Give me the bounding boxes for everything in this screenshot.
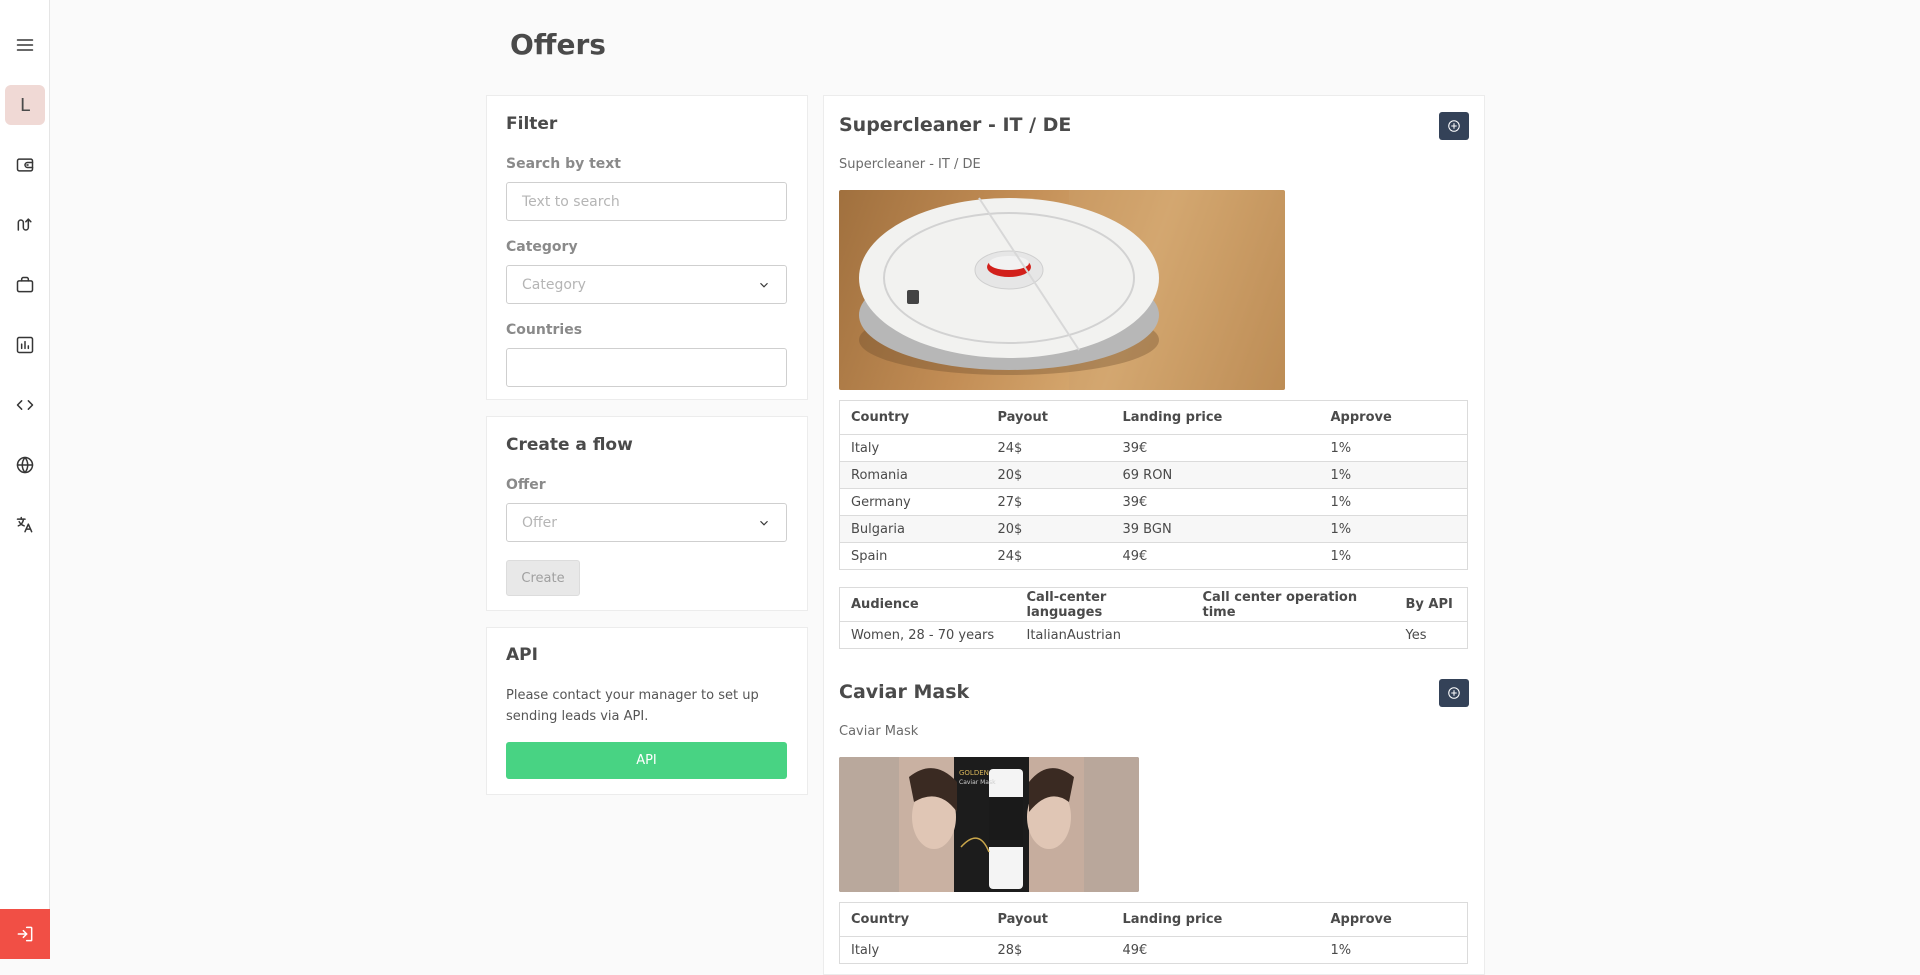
- offer-info-table: Audience Call-center languages Call cent…: [839, 587, 1468, 649]
- api-title: API: [506, 645, 538, 665]
- add-offer-button[interactable]: [1439, 679, 1469, 707]
- sidebar: L: [0, 0, 50, 959]
- cell-approve: 1%: [1319, 488, 1468, 516]
- column-header: Audience: [839, 587, 1016, 622]
- cell-payout: 24$: [986, 434, 1112, 462]
- logout-icon: [17, 926, 33, 942]
- offer-subtitle: Supercleaner - IT / DE: [839, 157, 981, 172]
- logout-button[interactable]: [0, 909, 50, 959]
- category-placeholder: Category: [522, 276, 586, 293]
- column-header: Call-center languages: [1015, 587, 1192, 622]
- cell-languages: ItalianAustrian: [1026, 627, 1122, 643]
- cell-approve: 1%: [1330, 548, 1352, 564]
- cell-payout: 20$: [986, 515, 1112, 543]
- create-flow-title: Create a flow: [506, 435, 633, 455]
- column-header: Call center operation time: [1191, 587, 1395, 622]
- column-header: Landing price: [1111, 400, 1320, 435]
- cell-landing-price: 49€: [1122, 942, 1148, 958]
- column-header: Payout: [986, 902, 1112, 937]
- table-row: Spain 24$ 49€ 1%: [840, 543, 1468, 570]
- search-label: Search by text: [506, 156, 622, 172]
- cell-payout: 20$: [986, 461, 1112, 489]
- column-header: Country: [839, 902, 987, 937]
- cell-landing-price: 39€: [1111, 488, 1320, 516]
- column-header: Approve: [1319, 902, 1468, 937]
- cell-payout: 27$: [986, 488, 1112, 516]
- column-header: Country: [839, 400, 987, 435]
- cell-approve: 1%: [1330, 942, 1352, 958]
- page-title: Offers: [510, 28, 606, 61]
- cell-landing-price: 39€: [1111, 434, 1320, 462]
- filter-title: Filter: [506, 114, 558, 134]
- offer-label: Offer: [506, 477, 546, 493]
- image-brand-text: GOLDEN: [959, 769, 989, 777]
- wallet-icon[interactable]: [5, 145, 45, 185]
- offer-placeholder: Offer: [522, 514, 558, 531]
- api-button[interactable]: API: [506, 742, 787, 779]
- countries-input[interactable]: [506, 348, 787, 387]
- code-icon[interactable]: [5, 385, 45, 425]
- api-card: API Please contact your manager to set u…: [486, 627, 808, 795]
- table-row: Italy 24$ 39€ 1%: [839, 434, 1468, 462]
- flows-icon[interactable]: [5, 205, 45, 245]
- offer-subtitle: Caviar Mask: [839, 724, 919, 739]
- chevron-down-icon: [760, 282, 768, 288]
- cell-approve: 1%: [1319, 434, 1468, 462]
- create-button[interactable]: Create: [506, 560, 580, 596]
- cell-operation-time: [1192, 622, 1395, 649]
- cell-landing-price: 69 RON: [1111, 461, 1320, 489]
- offer-payout-table: Country Payout Landing price Approve Ita…: [839, 400, 1468, 570]
- avatar[interactable]: L: [5, 85, 45, 125]
- category-select[interactable]: Category: [506, 265, 787, 304]
- menu-icon[interactable]: [5, 25, 45, 65]
- cell-approve: 1%: [1319, 515, 1468, 543]
- chevron-down-icon: [760, 520, 768, 526]
- cell-payout: 28$: [997, 942, 1023, 958]
- offer-payout-table: Country Payout Landing price Approve Ita…: [839, 902, 1468, 964]
- cell-landing-price: 39 BGN: [1111, 515, 1320, 543]
- cell-country: Germany: [839, 488, 987, 516]
- plus-circle-icon: [1448, 687, 1460, 699]
- briefcase-icon[interactable]: [5, 265, 45, 305]
- filter-card: Filter Search by text Text to search Cat…: [486, 95, 808, 400]
- image-product-text: Caviar Mask: [959, 779, 996, 786]
- offer-image: GOLDEN Caviar Mask: [839, 757, 1139, 892]
- table-row: Italy 28$ 49€ 1%: [840, 937, 1468, 964]
- table-row: Germany 27$ 39€ 1%: [839, 488, 1468, 516]
- cell-approve: 1%: [1319, 461, 1468, 489]
- create-flow-card: Create a flow Offer Offer Create: [486, 416, 808, 611]
- offer-select[interactable]: Offer: [506, 503, 787, 542]
- search-placeholder: Text to search: [522, 193, 620, 210]
- offer-title: Caviar Mask: [839, 681, 970, 703]
- api-description: Please contact your manager to set up se…: [506, 688, 759, 724]
- cell-payout: 24$: [997, 548, 1023, 564]
- table-row: Romania 20$ 69 RON 1%: [839, 461, 1468, 489]
- cell-country: Spain: [851, 548, 888, 564]
- search-input[interactable]: Text to search: [506, 182, 787, 221]
- countries-label: Countries: [506, 322, 583, 338]
- column-header: Landing price: [1111, 902, 1320, 937]
- cell-country: Romania: [839, 461, 987, 489]
- stats-icon[interactable]: [5, 325, 45, 365]
- plus-circle-icon: [1448, 120, 1460, 132]
- column-header: Approve: [1319, 400, 1468, 435]
- offer-image: [839, 190, 1285, 390]
- column-header: By API: [1394, 587, 1468, 622]
- category-label: Category: [506, 239, 578, 255]
- cell-country: Italy: [839, 434, 987, 462]
- cell-audience: Women, 28 - 70 years: [851, 627, 995, 643]
- cell-country: Bulgaria: [839, 515, 987, 543]
- offer-title: Supercleaner - IT / DE: [839, 114, 1072, 136]
- cell-country: Italy: [851, 942, 880, 958]
- table-row: Women, 28 - 70 years ItalianAustrian Yes: [840, 622, 1468, 649]
- add-offer-button[interactable]: [1439, 112, 1469, 140]
- table-row: Bulgaria 20$ 39 BGN 1%: [839, 515, 1468, 543]
- column-header: Payout: [986, 400, 1112, 435]
- globe-icon[interactable]: [5, 445, 45, 485]
- cell-landing-price: 49€: [1122, 548, 1148, 564]
- cell-by-api: Yes: [1405, 627, 1427, 643]
- translate-icon[interactable]: [5, 505, 45, 545]
